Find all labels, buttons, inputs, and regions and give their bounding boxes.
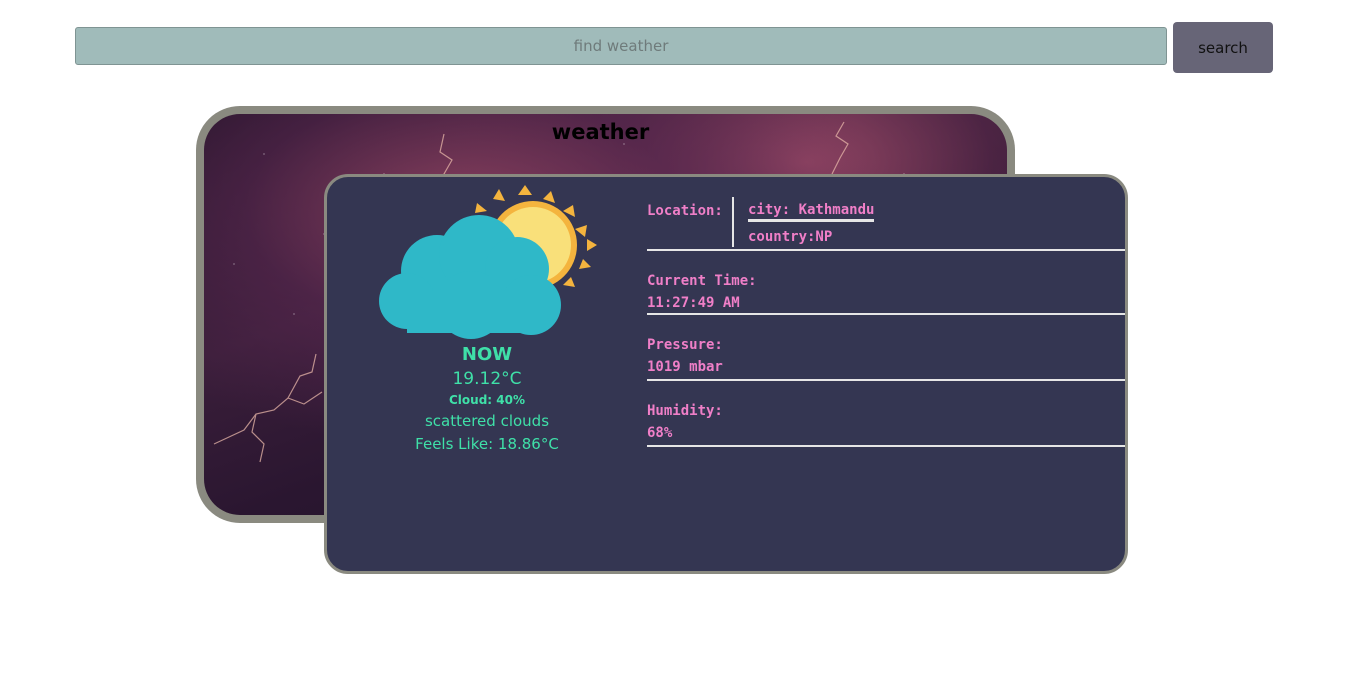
partly-cloudy-icon	[379, 185, 597, 339]
cloud-coverage: Cloud: 40%	[449, 393, 525, 407]
weather-details-card: NOW 19.12°C Cloud: 40% scattered clouds …	[324, 174, 1128, 574]
current-conditions: NOW 19.12°C Cloud: 40% scattered clouds …	[377, 343, 597, 455]
pressure-value: 1019 mbar	[647, 359, 723, 375]
humidity-row: Humidity: 68%	[647, 381, 1125, 447]
card-title: weather	[551, 120, 650, 144]
humidity-value: 68%	[647, 425, 673, 441]
city-value: city: Kathmandu	[748, 202, 875, 222]
weather-description: scattered clouds	[424, 412, 550, 430]
search-button[interactable]: search	[1173, 22, 1273, 73]
search-input[interactable]	[75, 27, 1167, 65]
current-time-label: Current Time:	[647, 273, 757, 289]
pressure-row: Pressure: 1019 mbar	[647, 315, 1125, 381]
details-panel: Location: city: Kathmandu country:NP Cur…	[647, 197, 1125, 447]
location-label: Location:	[647, 203, 723, 219]
current-time-value: 11:27:49 AM	[647, 295, 740, 311]
temperature-value: 19.12°C	[452, 369, 522, 389]
feels-like: Feels Like: 18.86°C	[415, 435, 559, 453]
humidity-label: Humidity:	[647, 403, 723, 419]
location-row: Location: city: Kathmandu country:NP	[647, 197, 1125, 251]
now-label: NOW	[461, 344, 513, 365]
pressure-label: Pressure:	[647, 337, 723, 353]
country-value: country:NP	[748, 229, 833, 245]
location-divider	[732, 197, 734, 247]
current-time-row: Current Time: 11:27:49 AM	[647, 251, 1125, 315]
